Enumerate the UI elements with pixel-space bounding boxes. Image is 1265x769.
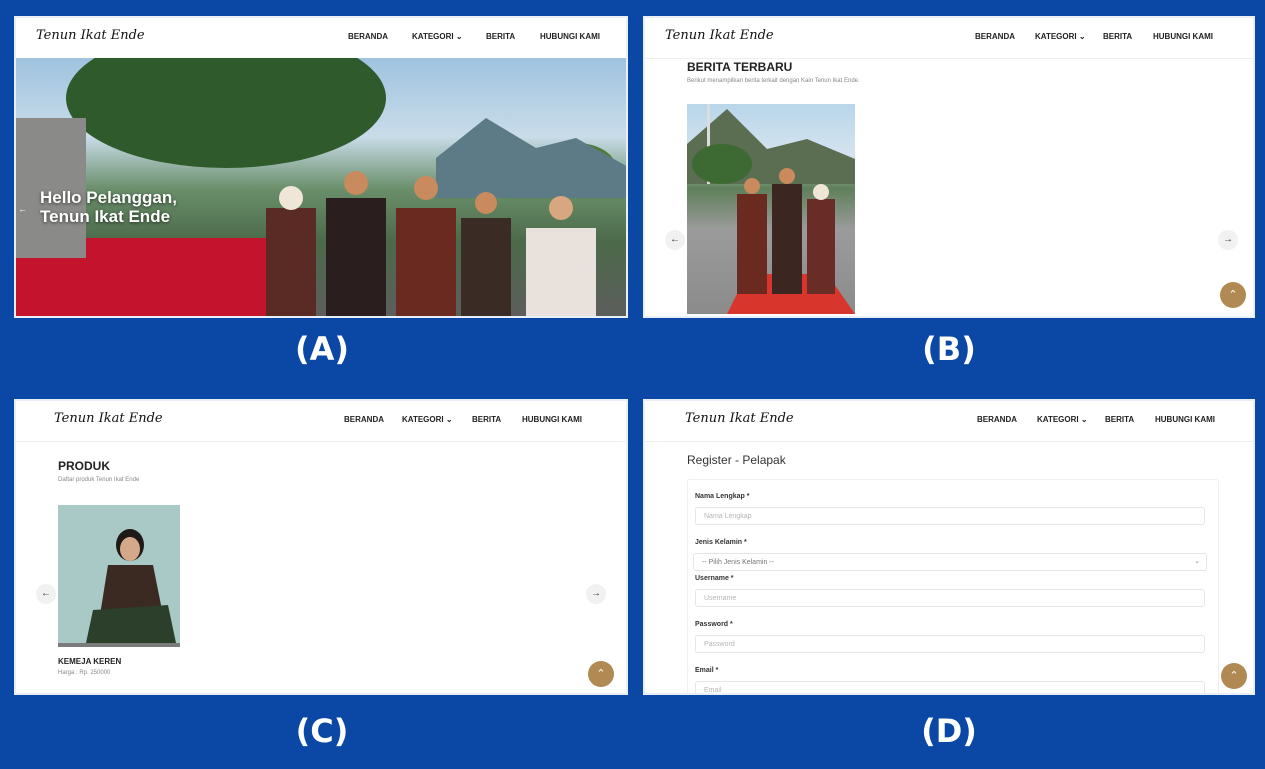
site-logo[interactable]: Tenun Ikat Ende [685,411,794,426]
caption-d: (D) [921,712,977,750]
section-title: BERITA TERBARU [687,60,793,74]
nav-hubungi-kami[interactable]: HUBUNGI KAMI [522,415,582,424]
label-username: Username * [695,575,734,582]
nav-berita[interactable]: BERITA [1103,32,1132,41]
hero-image: Hello Pelanggan, Tenun Ikat Ende ← [16,58,626,316]
nav-beranda[interactable]: BERANDA [344,415,384,424]
panel-b-news: Tenun Ikat Ende BERANDA KATEGORI ⌄ BERIT… [643,16,1255,318]
product-card-image[interactable] [58,505,180,647]
nav-hubungi-kami[interactable]: HUBUNGI KAMI [1153,32,1213,41]
nama-lengkap-input[interactable]: Nama Lengkap [695,507,1205,525]
news-image[interactable] [687,104,855,314]
panel-d-register: Tenun Ikat Ende BERANDA KATEGORI ⌄ BERIT… [643,399,1255,695]
carousel-next-button[interactable]: → [1218,230,1238,250]
section-subtitle: Daftar produk Tenun Ikat Ende [58,477,140,483]
scroll-to-top-button[interactable]: ⌃ [1221,663,1247,689]
username-input[interactable]: Username [695,589,1205,607]
panel-c-products: Tenun Ikat Ende BERANDA KATEGORI ⌄ BERIT… [14,399,628,695]
nav-kategori[interactable]: KATEGORI ⌄ [402,415,453,424]
nav-kategori[interactable]: KATEGORI ⌄ [412,32,463,41]
news-photo-illustration [687,104,855,314]
section-subtitle: Berikut menampilkan berita terkait denga… [687,78,860,84]
navbar: Tenun Ikat Ende BERANDA KATEGORI ⌄ BERIT… [645,401,1253,442]
nav-kategori[interactable]: KATEGORI ⌄ [1035,32,1086,41]
caption-b: (B) [922,330,976,368]
carousel-next-button[interactable]: → [586,584,606,604]
nav-hubungi-kami[interactable]: HUBUNGI KAMI [1155,415,1215,424]
label-jenis-kelamin: Jenis Kelamin * [695,539,747,546]
navbar: Tenun Ikat Ende BERANDA KATEGORI ⌄ BERIT… [16,18,626,59]
product-name[interactable]: KEMEJA KEREN [58,657,121,666]
panel-a-home: Tenun Ikat Ende BERANDA KATEGORI ⌄ BERIT… [14,16,628,318]
nav-beranda[interactable]: BERANDA [348,32,388,41]
site-logo[interactable]: Tenun Ikat Ende [54,411,163,426]
carousel-prev-button[interactable]: ← [665,230,685,250]
label-nama-lengkap: Nama Lengkap * [695,493,750,500]
carousel-prev-icon[interactable]: ← [18,204,27,214]
site-logo[interactable]: Tenun Ikat Ende [665,28,774,43]
navbar: Tenun Ikat Ende BERANDA KATEGORI ⌄ BERIT… [645,18,1253,59]
section-title: PRODUK [58,459,111,473]
caption-c: (C) [295,712,349,750]
carousel-prev-button[interactable]: ← [36,584,56,604]
nav-berita[interactable]: BERITA [472,415,501,424]
label-email: Email * [695,667,719,674]
email-input[interactable]: Email [695,681,1205,693]
hero-line-1: Hello Pelanggan, [40,188,177,207]
nav-beranda[interactable]: BERANDA [977,415,1017,424]
scroll-to-top-button[interactable]: ⌃ [1220,282,1246,308]
nav-berita[interactable]: BERITA [1105,415,1134,424]
hero-heading: Hello Pelanggan, Tenun Ikat Ende [40,188,177,226]
nav-berita[interactable]: BERITA [486,32,515,41]
chevron-down-icon: ⌄ [1194,558,1200,565]
site-logo[interactable]: Tenun Ikat Ende [36,28,145,43]
hero-line-2: Tenun Ikat Ende [40,207,171,226]
jenis-kelamin-select[interactable]: -- Pilih Jenis Kelamin -- ⌄ [693,553,1207,571]
navbar: Tenun Ikat Ende BERANDA KATEGORI ⌄ BERIT… [16,401,626,442]
product-price: Harga : Rp. 250000 [58,670,111,676]
form-title: Register - Pelapak [687,453,786,467]
product-photo-illustration [58,529,180,647]
nav-hubungi-kami[interactable]: HUBUNGI KAMI [540,32,600,41]
scroll-to-top-button[interactable]: ⌃ [588,661,614,687]
nav-kategori[interactable]: KATEGORI ⌄ [1037,415,1088,424]
caption-a: (A) [294,330,349,368]
nav-beranda[interactable]: BERANDA [975,32,1015,41]
password-input[interactable]: Password [695,635,1205,653]
jenis-kelamin-selected: -- Pilih Jenis Kelamin -- [702,559,774,566]
label-password: Password * [695,621,733,628]
